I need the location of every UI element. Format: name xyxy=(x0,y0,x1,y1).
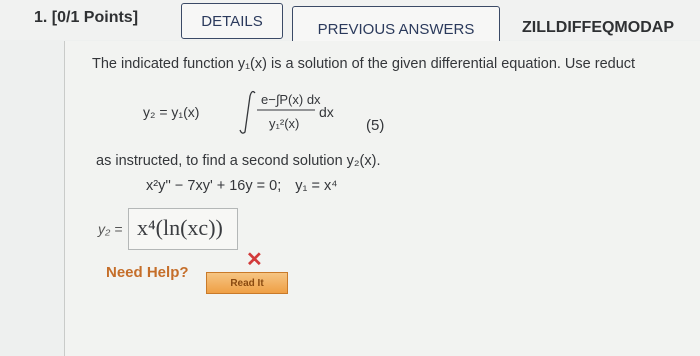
answer-value: x⁴(ln(xc)) xyxy=(137,215,223,240)
differential-equation: x²y'' − 7xy' + 16y = 0; y₁ = x⁴ xyxy=(146,178,337,194)
formula-numerator: e−∫P(x) dx xyxy=(261,92,321,107)
incorrect-icon: ✕ xyxy=(246,249,263,271)
ode-text: x²y'' − 7xy' + 16y = 0; xyxy=(146,178,282,194)
question-number: 1. [0/1 Points] xyxy=(34,9,139,26)
problem-intro: The indicated function y₁(x) is a soluti… xyxy=(92,56,636,72)
reduction-formula: y₂ = y₁(x) e−∫P(x) dx y₁²(x) dx xyxy=(143,90,334,134)
need-help-label: Need Help? xyxy=(106,264,189,281)
formula-lhs: y₂ = y₁(x) xyxy=(143,104,199,120)
formula-denominator: y₁²(x) xyxy=(269,116,299,131)
details-button[interactable]: DETAILS xyxy=(181,3,283,39)
formula-dx: dx xyxy=(319,104,334,120)
course-code: ZILLDIFFEQMODAP xyxy=(522,19,674,36)
answer-label: y₂ = xyxy=(98,221,123,237)
integral-sign xyxy=(239,90,256,134)
read-it-button[interactable]: Read It xyxy=(206,272,288,294)
equation-number: (5) xyxy=(366,117,385,134)
answer-input[interactable]: x⁴(ln(xc)) xyxy=(128,208,238,250)
problem-instruction: as instructed, to find a second solution… xyxy=(96,153,381,169)
given-solution: y₁ = x⁴ xyxy=(295,178,338,194)
